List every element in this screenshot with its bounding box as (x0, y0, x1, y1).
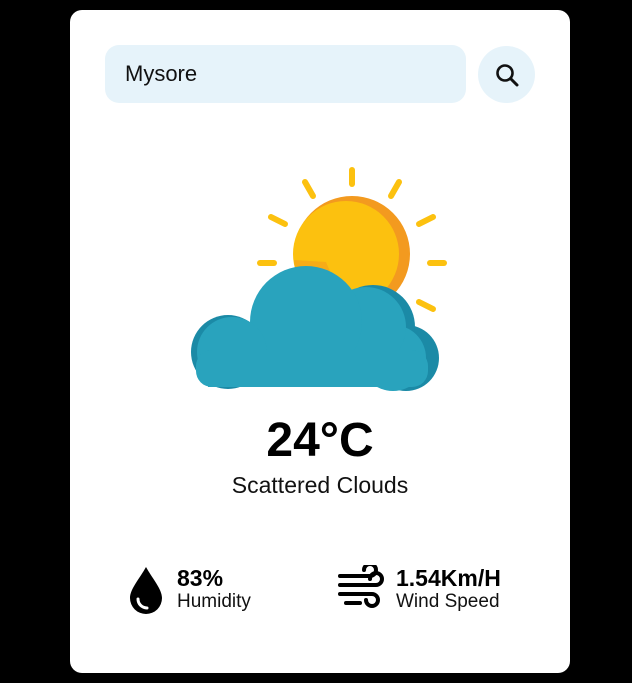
city-search-input[interactable] (105, 45, 466, 103)
humidity-value: 83% (177, 565, 224, 591)
wind-speed-label: Wind Speed (396, 591, 500, 612)
humidity-stat: 83% Humidity (127, 565, 297, 617)
temperature-readout: 24°C (266, 414, 374, 467)
partly-cloudy-sun-icon (191, 167, 447, 391)
humidity-drop-icon (130, 567, 162, 614)
search-button[interactable] (478, 46, 535, 103)
cloud (191, 266, 439, 391)
humidity-label: Humidity (177, 591, 251, 612)
search-bar (105, 45, 535, 103)
weather-card: 24°C Scattered Clouds 83% Humidity 1.54K… (70, 10, 570, 673)
wind-speed-value: 1.54Km/H (396, 565, 501, 591)
weather-condition: Scattered Clouds (231, 472, 409, 498)
search-icon (495, 63, 518, 86)
wind-stat: 1.54Km/H Wind Speed (336, 565, 536, 617)
wind-icon (338, 565, 384, 608)
